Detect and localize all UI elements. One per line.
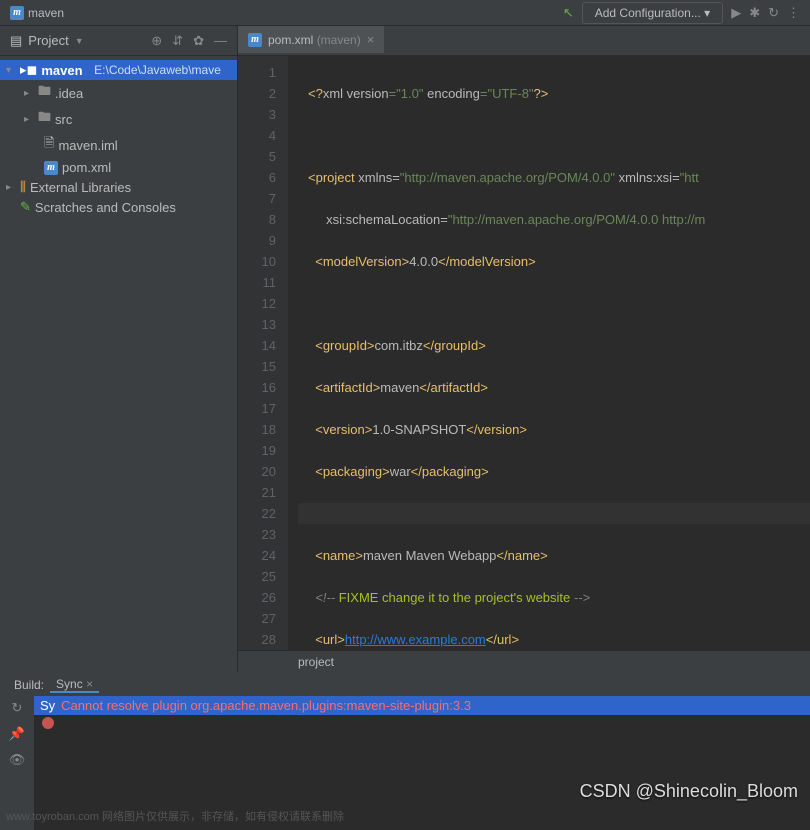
locate-icon[interactable]: ⊕	[151, 33, 162, 49]
tree-item-idea[interactable]: ▸🖿.idea	[0, 80, 237, 106]
project-tree: ▾ ▸◼ maven E:\Code\Javaweb\mave ▸🖿.idea …	[0, 56, 237, 221]
hide-icon[interactable]: —	[214, 33, 227, 49]
debug-icon[interactable]: ✱	[749, 5, 760, 21]
watermark: CSDN @Shinecolin_Bloom	[580, 781, 798, 802]
file-icon: 🗎	[44, 134, 54, 156]
dropdown-icon[interactable]: ▼	[75, 36, 84, 46]
project-label: Project	[28, 33, 68, 48]
build-panel: Build: Sync × ↻ 📌 👁 SyCannot resolve plu…	[0, 672, 810, 830]
run-icon[interactable]: ▶	[731, 5, 741, 21]
title-bar: mmaven ↖ Add Configuration... ▾ ▶ ✱ ↻ ⋮	[0, 0, 810, 26]
line-gutter: 1234567891011121314151617181920212223242…	[238, 56, 288, 650]
module-icon: ▸◼	[20, 62, 37, 78]
error-line[interactable]: SyCannot resolve plugin org.apache.maven…	[34, 696, 810, 715]
editor-tabs: m pom.xml (maven) ×	[238, 26, 810, 56]
folder-icon: 🖿	[38, 82, 51, 104]
window-title: mmaven	[10, 6, 64, 20]
tree-scratches[interactable]: ✎Scratches and Consoles	[0, 197, 237, 217]
run-config-dropdown[interactable]: Add Configuration... ▾	[582, 2, 723, 24]
error-dot-icon	[42, 717, 54, 729]
chevron-down-icon[interactable]: ▾	[6, 65, 16, 76]
sync-tab[interactable]: Sync ×	[50, 677, 99, 693]
maven-icon: m	[44, 161, 58, 175]
maven-icon: m	[248, 33, 262, 47]
editor-area: m pom.xml (maven) × 12345678910111213141…	[238, 26, 810, 672]
build-hammer-icon[interactable]: ↖	[563, 5, 574, 21]
library-icon: ⫼	[20, 179, 26, 195]
build-label: Build:	[8, 678, 50, 692]
folder-icon: 🖿	[38, 108, 51, 130]
scratch-icon: ✎	[20, 199, 31, 215]
tree-item-src[interactable]: ▸🖿src	[0, 106, 237, 132]
more-icon[interactable]: ⋮	[787, 5, 800, 21]
refresh-icon[interactable]: ↻	[12, 700, 23, 716]
tree-root[interactable]: ▾ ▸◼ maven E:\Code\Javaweb\mave	[0, 60, 237, 80]
project-icon: ▤	[10, 33, 22, 49]
breadcrumb[interactable]: project	[238, 650, 810, 672]
tab-pom[interactable]: m pom.xml (maven) ×	[238, 26, 384, 55]
build-tabs-bar: Build: Sync ×	[0, 674, 810, 696]
code-editor[interactable]: 1234567891011121314151617181920212223242…	[238, 56, 810, 650]
tree-item-iml[interactable]: 🗎maven.iml	[0, 132, 237, 158]
build-console[interactable]: SyCannot resolve plugin org.apache.maven…	[34, 674, 810, 830]
footer-note: www.toyroban.com 网络图片仅供展示，非存储，如有侵权请联系删除	[6, 808, 344, 824]
tool-strip: ↻ 📌 👁	[0, 674, 34, 830]
pin-icon[interactable]: 📌	[9, 726, 25, 742]
tree-item-pom[interactable]: mpom.xml	[0, 158, 237, 177]
close-icon[interactable]: ×	[367, 32, 375, 47]
code-content[interactable]: <?xml version="1.0" encoding="UTF-8"?> <…	[288, 56, 810, 650]
settings-icon[interactable]: ✿	[193, 33, 204, 49]
maven-icon: m	[10, 6, 24, 20]
project-header[interactable]: ▤ Project ▼ ⊕ ⇵ ✿ —	[0, 26, 237, 56]
view-icon[interactable]: 👁	[9, 752, 26, 768]
tree-external-libs[interactable]: ▸⫼External Libraries	[0, 177, 237, 197]
project-sidebar: ▤ Project ▼ ⊕ ⇵ ✿ — ▾ ▸◼ maven E:\Code\J…	[0, 26, 238, 672]
collapse-icon[interactable]: ⇵	[172, 33, 183, 49]
rerun-icon[interactable]: ↻	[768, 5, 779, 21]
